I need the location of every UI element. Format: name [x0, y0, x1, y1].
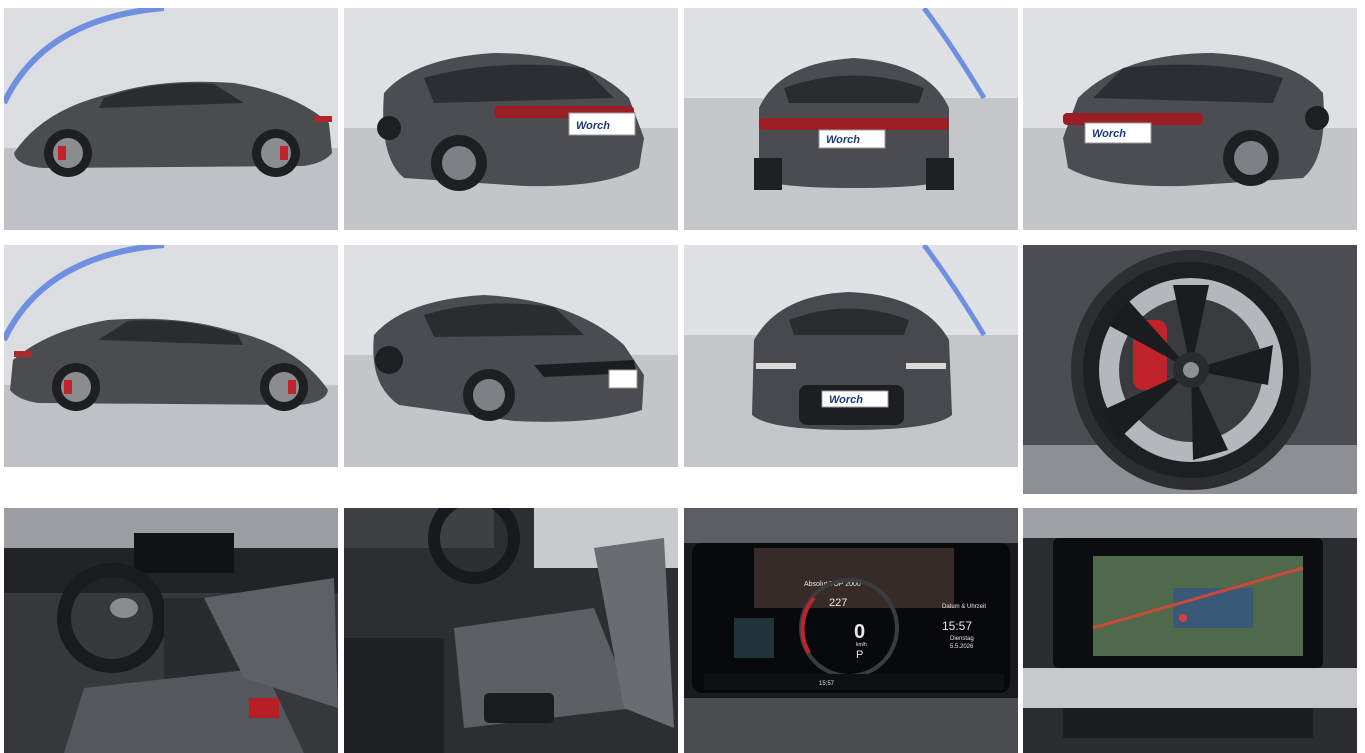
photo-side-right[interactable] — [4, 245, 338, 467]
cluster-gear: P — [856, 649, 863, 661]
car-front-quarter-image — [344, 245, 678, 467]
cockpit-image — [4, 508, 338, 753]
car-side-right-image — [4, 245, 338, 467]
car-rear-quarter-right-image: Worch — [1023, 8, 1357, 230]
plate-text: Worch — [1092, 128, 1126, 140]
photo-front-three-quarter[interactable] — [344, 245, 678, 467]
car-front-image: Worch — [684, 245, 1018, 467]
plate-text: Worch — [826, 134, 860, 146]
photo-gallery: Worch Worch Worch Worch Absolut TOP 2000… — [0, 0, 1365, 753]
photo-infotainment-screen[interactable] — [1023, 508, 1357, 753]
car-rear-quarter-image: Worch — [344, 8, 678, 230]
plate-text: Worch — [576, 120, 610, 132]
cluster-date: 5.5.2026 — [950, 644, 974, 650]
seat-image — [344, 508, 678, 753]
cluster-bottom-time: 15:57 — [819, 681, 835, 687]
cluster-image: Absolut TOP 2000 227 0 km/h P Datum & Uh… — [684, 508, 1018, 753]
photo-driver-seat[interactable] — [344, 508, 678, 753]
photo-front[interactable]: Worch — [684, 245, 1018, 467]
photo-rear-three-quarter[interactable]: Worch — [344, 8, 678, 230]
cluster-speed-unit: km/h — [856, 642, 867, 648]
photo-interior-cockpit[interactable] — [4, 508, 338, 753]
cluster-speed: 0 — [854, 621, 865, 643]
photo-side-left[interactable] — [4, 8, 338, 230]
cluster-weekday: Dienstag — [950, 636, 974, 642]
car-rear-image: Worch — [684, 8, 1018, 230]
photo-instrument-cluster[interactable]: Absolut TOP 2000 227 0 km/h P Datum & Uh… — [684, 508, 1018, 753]
photo-rear[interactable]: Worch — [684, 8, 1018, 230]
cluster-datetime-title: Datum & Uhrzeit — [942, 604, 986, 610]
car-side-image — [4, 8, 338, 230]
cluster-range: 227 — [829, 597, 847, 609]
plate-text: Worch — [829, 394, 863, 406]
photo-wheel-detail[interactable] — [1023, 245, 1357, 494]
photo-rear-three-quarter-right[interactable]: Worch — [1023, 8, 1357, 230]
infotainment-image — [1023, 508, 1357, 753]
wheel-image — [1023, 245, 1357, 494]
cluster-time: 15:57 — [942, 619, 972, 633]
